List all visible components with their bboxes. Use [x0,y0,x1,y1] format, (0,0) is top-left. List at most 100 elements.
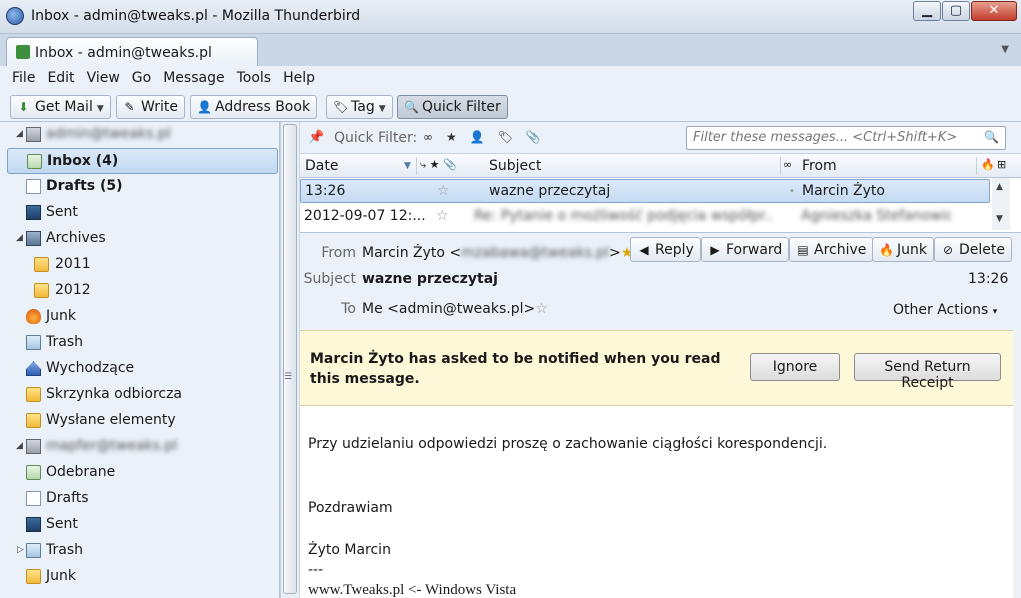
star-icon[interactable]: ☆ [436,208,449,224]
minimize-button[interactable]: ▁ [913,1,941,21]
column-from[interactable]: From [802,158,837,174]
search-icon: 🔍 [404,100,419,114]
write-button[interactable]: ✎ Write [116,95,185,119]
folder-drafts-2[interactable]: Drafts [0,486,280,512]
chevron-down-icon: ▾ [992,307,998,317]
tag-button[interactable]: 🏷 Tag ▼ [326,95,393,119]
delete-button[interactable]: ⊘ Delete [934,237,1012,262]
folder-label: Junk [46,568,76,584]
menu-tools[interactable]: Tools [231,66,278,92]
folder-archives[interactable]: ◢ Archives [0,226,280,252]
folder-junk-2[interactable]: Junk [0,564,280,590]
thread-date: 13:26 [305,183,346,199]
thread-row[interactable]: 13:26 ☆ wazne przeczytaj • Marcin Żyto [300,179,990,203]
scroll-up-icon[interactable]: ▲ [996,182,1003,192]
star-icon[interactable]: ☆ [535,301,548,317]
expand-icon[interactable]: ◢ [16,441,23,451]
inbox-icon [16,45,30,59]
address-book-button[interactable]: 👤 Address Book [190,95,318,119]
folder-drafts[interactable]: Drafts (5) [0,174,280,200]
junk-button[interactable]: 🔥 Junk [872,237,934,262]
folder-2011[interactable]: 2011 [0,252,280,278]
folder-sent[interactable]: Sent [0,200,280,226]
folder-trash-2[interactable]: ▷ Trash [0,538,280,564]
quick-filter-button[interactable]: 🔍 Quick Filter [397,95,508,119]
folder-inbox[interactable]: Inbox (4) [7,148,278,174]
folder-odebrane[interactable]: Odebrane [0,460,280,486]
maximize-button[interactable]: ▢ [942,1,970,21]
get-mail-button[interactable]: ⬇ Get Mail ▼ [10,95,111,119]
pin-icon[interactable]: 📌 [308,130,324,145]
get-mail-dropdown-icon[interactable]: ▼ [97,104,104,114]
read-dot-icon[interactable]: • [789,186,795,197]
menu-go[interactable]: Go [126,66,157,92]
folder-junk[interactable]: Junk [0,304,280,330]
scroll-down-icon[interactable]: ▼ [996,214,1003,224]
person-icon: 👤 [197,100,212,114]
menu-help[interactable]: Help [277,66,321,92]
star-icon[interactable]: ☆ [437,183,450,199]
send-return-receipt-button[interactable]: Send Return Receipt [854,353,1001,391]
from-value[interactable]: Marcin Żyto <mzabawa@tweaks.pl>★ [362,245,633,261]
tag-label: Tag [351,99,375,115]
scrollbar-thumb[interactable] [283,124,297,594]
filter-search-input[interactable]: Filter these messages... <Ctrl+Shift+K> … [686,126,1006,150]
grip-icon: ☰ [284,372,293,382]
archive-button[interactable]: ▤ Archive [789,237,874,262]
folder-wychodzace[interactable]: Wychodzące [0,356,280,382]
account-admin[interactable]: ◢ admin@tweaks.pl [0,122,280,148]
folder-sent-2[interactable]: Sent [0,512,280,538]
maximize-icon: ▢ [949,3,963,18]
junk-column-icon[interactable]: 🔥 [981,158,995,171]
message-header: From Marcin Żyto <mzabawa@tweaks.pl>★ ◀ R… [300,232,1021,330]
ignore-button[interactable]: Ignore [750,353,840,381]
reply-icon: ◀ [639,243,649,257]
folder-pane-splitter[interactable]: ☰ [280,122,299,598]
folder-label: Wysłane elementy [46,412,176,428]
tab-inbox[interactable]: Inbox - admin@tweaks.pl [6,37,258,67]
inbox-icon [26,465,41,480]
thread-scrollbar[interactable]: ▲ ▼ [992,178,1010,230]
message-time: 13:26 [968,271,1009,287]
column-date[interactable]: Date [305,158,338,174]
thread-icon: ∞ [783,158,793,171]
folder-icon [26,387,41,402]
menu-message[interactable]: Message [157,66,230,92]
thread-row[interactable]: 2012-09-07 12:... ☆ Re: Pytanie o możliw… [300,205,990,229]
junk-icon [26,309,41,324]
column-subject[interactable]: Subject [489,158,541,174]
column-picker-icon[interactable]: ⊞ [997,158,1006,171]
filter-toggle-icons[interactable]: ∞★👤🏷📎 [423,130,554,144]
folder-trash[interactable]: Trash [0,330,280,356]
folder-label: Archives [46,230,106,246]
menu-edit[interactable]: Edit [41,66,80,92]
collapse-icon[interactable]: ▷ [17,545,24,555]
signature-link[interactable]: www.Tweaks.pl <- Windows Vista [308,582,516,598]
reply-button[interactable]: ◀ Reply [630,237,701,262]
other-actions-button[interactable]: Other Actions ▾ [893,302,997,318]
account-second[interactable]: ◢ mapfer@tweaks.pl [0,434,280,460]
folder-icon [34,283,49,298]
folder-wyslane-elementy[interactable]: Wysłane elementy [0,408,280,434]
title-bar: Inbox - admin@tweaks.pl - Mozilla Thunde… [0,0,1021,34]
trash-icon [26,335,41,350]
account-icon [26,439,41,454]
tag-dropdown-icon: ▼ [378,104,386,114]
from-email: mzabawa@tweaks.pl [461,245,609,261]
junk-icon: 🔥 [879,243,894,257]
to-value[interactable]: Me <admin@tweaks.pl>☆ [362,301,548,317]
folder-2012[interactable]: 2012 [0,278,280,304]
tab-list-chevron-icon[interactable]: ▼ [1001,44,1009,55]
filter-placeholder: Filter these messages... <Ctrl+Shift+K> [693,130,958,145]
from-close: > [608,245,621,261]
menu-file[interactable]: File [6,66,41,92]
close-button[interactable]: ✕ [971,1,1017,21]
message-scrollbar[interactable] [1013,330,1021,598]
expand-icon[interactable]: ◢ [16,233,23,243]
menu-view[interactable]: View [81,66,126,92]
folder-skrzynka-odbiorcza[interactable]: Skrzynka odbiorcza [0,382,280,408]
thread-from: Marcin Żyto [802,183,885,199]
thread-column-icons[interactable]: ⤷ ★ 📎 [420,158,457,172]
forward-button[interactable]: ▶ Forward [701,237,790,262]
expand-icon[interactable]: ◢ [16,129,23,139]
